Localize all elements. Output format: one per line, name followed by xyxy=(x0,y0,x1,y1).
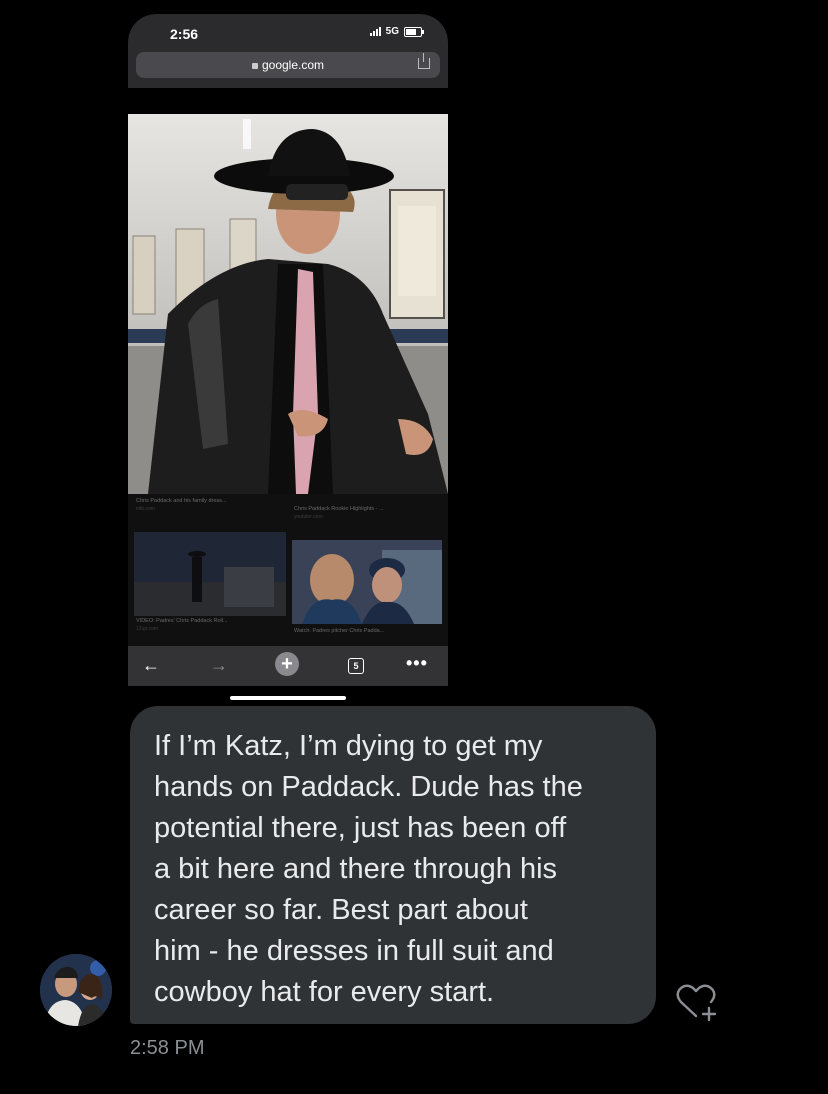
message-bubble[interactable]: If I’m Katz, I’m dying to get my hands o… xyxy=(130,706,656,1024)
result-caption: VIDEO: Padres' Chris Paddack Roll... xyxy=(136,618,228,624)
result-caption: Chris Paddack and his family dress... xyxy=(136,498,227,504)
network-label: 5G xyxy=(385,26,399,37)
heart-add-icon[interactable] xyxy=(675,980,719,1024)
new-tab-plus-icon[interactable]: + xyxy=(275,652,299,676)
browser-toolbar: ← → + 5 ••• xyxy=(128,646,448,686)
main-result-photo xyxy=(128,114,448,494)
share-icon xyxy=(418,53,430,69)
tab-count: 5 xyxy=(353,661,359,671)
more-icon[interactable]: ••• xyxy=(406,652,428,674)
result-thumbnail[interactable] xyxy=(134,532,286,616)
browser-status-bar: 2:56 5G google.com xyxy=(128,14,448,88)
tabs-count-icon[interactable]: 5 xyxy=(348,658,364,674)
result-source: 12up.com xyxy=(136,626,158,632)
message-text: If I’m Katz, I’m dying to get my hands o… xyxy=(154,730,583,1008)
status-time: 2:56 xyxy=(170,26,199,42)
thumbnail-illustration xyxy=(292,540,442,624)
home-indicator xyxy=(230,696,346,700)
avatar[interactable] xyxy=(40,954,112,1026)
result-thumbnail[interactable] xyxy=(292,540,442,624)
image-results-grid: Chris Paddack and his family dress... ml… xyxy=(128,494,448,646)
url-text: google.com xyxy=(261,58,325,72)
battery-icon xyxy=(404,26,424,37)
cowboy-photo-illustration xyxy=(128,114,448,494)
signal-icon xyxy=(369,27,381,36)
result-caption: Watch: Padres pitcher Chris Padda... xyxy=(294,628,385,634)
address-bar: google.com xyxy=(136,52,440,78)
result-source: mlb.com xyxy=(136,506,155,512)
back-arrow-icon[interactable]: ← xyxy=(142,654,160,676)
result-source: youtube.com xyxy=(294,514,323,520)
message-timestamp: 2:58 PM xyxy=(130,1037,205,1059)
forward-arrow-icon[interactable]: → xyxy=(210,654,228,676)
lock-icon xyxy=(251,63,258,69)
avatar-photo xyxy=(40,954,112,1026)
status-indicators: 5G xyxy=(369,26,424,37)
embedded-phone-screenshot: 2:56 5G google.com Chris Paddack and his… xyxy=(128,14,448,706)
result-caption: Chris Paddack Rookie Highlights - ... xyxy=(294,506,384,512)
thumbnail-illustration xyxy=(134,532,286,616)
